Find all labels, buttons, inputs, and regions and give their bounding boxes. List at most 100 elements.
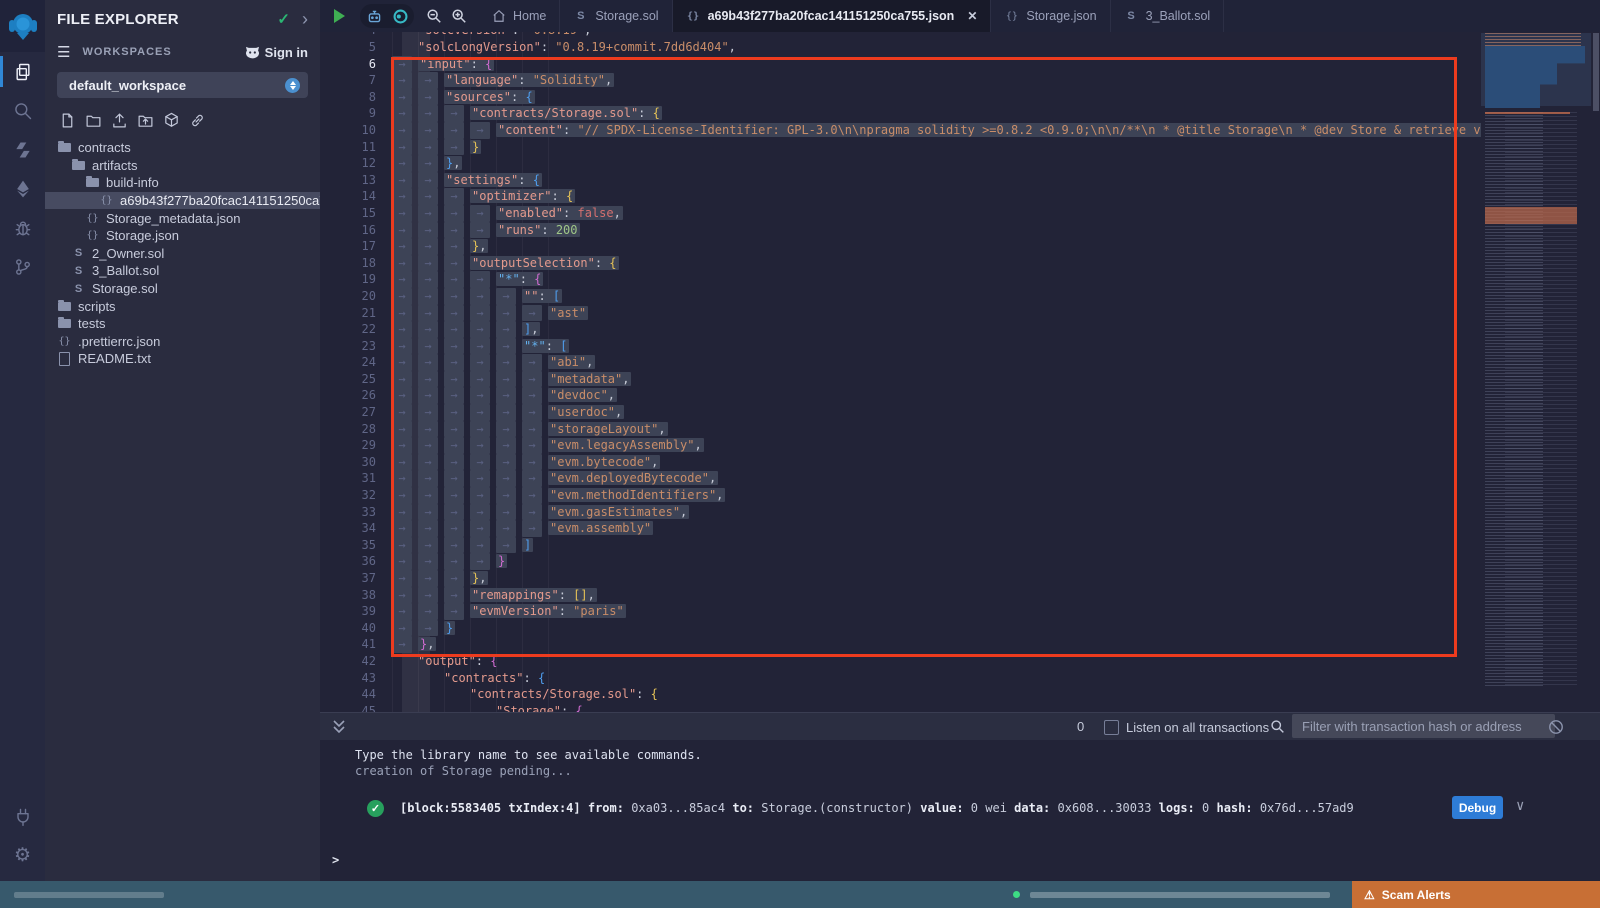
code-line[interactable]: →→}, (392, 155, 1481, 172)
rail-debugger-button[interactable] (0, 208, 45, 247)
tree-item[interactable]: contracts (45, 139, 320, 157)
listen-all-checkbox[interactable] (1104, 720, 1119, 735)
code-line[interactable]: "Storage": { (392, 703, 1481, 712)
tab-home[interactable]: Home (478, 0, 560, 32)
workspaces-menu-icon[interactable]: ☰ (57, 43, 70, 61)
code-line[interactable]: →→→→→→"evm.gasEstimates", (392, 504, 1481, 521)
tree-item[interactable]: {}Storage_metadata.json (45, 209, 320, 227)
code-line[interactable]: →→→"remappings": [], (392, 587, 1481, 604)
code-line[interactable]: →→→→→→"ast" (392, 305, 1481, 322)
copilot-toggle[interactable] (392, 0, 409, 32)
rail-plugin-manager-button[interactable] (0, 797, 45, 836)
code-line[interactable]: →→→→→], (392, 321, 1481, 338)
terminal-prompt[interactable]: > (332, 853, 339, 867)
rail-search-button[interactable] (0, 91, 45, 130)
code-line[interactable]: →→→→"enabled": false, (392, 205, 1481, 222)
code-line[interactable]: →→"sources": { (392, 89, 1481, 106)
code-line[interactable]: →→→→} (392, 553, 1481, 570)
terminal-search-icon[interactable] (1270, 719, 1285, 734)
remix-logo[interactable] (0, 0, 45, 52)
code-line[interactable]: →→→→→→"storageLayout", (392, 421, 1481, 438)
tab-storage-sol[interactable]: SStorage.sol (560, 0, 672, 32)
code-line[interactable]: →→→} (392, 139, 1481, 156)
workspace-select[interactable]: default_workspace (57, 72, 308, 98)
code-line[interactable]: →→→→→→"evm.deployedBytecode", (392, 470, 1481, 487)
rail-settings-button[interactable]: ⚙ (0, 836, 45, 875)
tree-item[interactable]: artifacts (45, 157, 320, 175)
editor-scrollbar-thumb[interactable] (1593, 33, 1599, 111)
code-line[interactable]: →→→→→→"userdoc", (392, 404, 1481, 421)
link-icon[interactable] (189, 112, 206, 129)
ipfs-box-icon[interactable] (163, 112, 180, 129)
rail-deploy-run-button[interactable] (0, 169, 45, 208)
code-line[interactable]: "solcLongVersion": "0.8.19+commit.7dd6d4… (392, 39, 1481, 56)
code-line[interactable]: →→→}, (392, 238, 1481, 255)
new-file-icon[interactable] (59, 112, 76, 129)
upload-folder-icon[interactable] (137, 112, 154, 129)
terminal-expand-icon[interactable] (332, 719, 346, 735)
code-line[interactable]: →→→→"*": { (392, 271, 1481, 288)
code-line[interactable]: →}, (392, 636, 1481, 653)
code-line[interactable]: →→→→→"*": [ (392, 338, 1481, 355)
code-line[interactable]: →"input": { (392, 56, 1481, 73)
code-line[interactable]: →→→→"runs": 200 (392, 222, 1481, 239)
tree-item[interactable]: S3_Ballot.sol (45, 262, 320, 280)
code-line[interactable]: →→"settings": { (392, 172, 1481, 189)
code-line[interactable]: →→→→→→"metadata", (392, 371, 1481, 388)
clear-console-icon[interactable] (1548, 719, 1564, 735)
tree-item[interactable]: {}Storage.json (45, 227, 320, 245)
tree-item[interactable]: README.txt (45, 350, 320, 368)
run-script-button[interactable] (334, 0, 345, 32)
code-line[interactable]: →→→→→] (392, 537, 1481, 554)
code-line[interactable]: →→→"contracts/Storage.sol": { (392, 105, 1481, 122)
code-line[interactable]: →→→→→→"evm.assembly" (392, 520, 1481, 537)
code-line[interactable]: →→→→→→"evm.legacyAssembly", (392, 437, 1481, 454)
rail-file-explorer-button[interactable] (0, 52, 45, 91)
new-folder-icon[interactable] (85, 112, 102, 129)
tab-storage-json[interactable]: {}Storage.json (991, 0, 1110, 32)
code-line[interactable]: →→→"optimizer": { (392, 188, 1481, 205)
rail-solidity-compiler-button[interactable] (0, 130, 45, 169)
minimap[interactable] (1481, 32, 1591, 712)
code-line[interactable]: →→→→→"": [ (392, 288, 1481, 305)
tree-item[interactable]: build-info (45, 174, 320, 192)
zoom-in-button[interactable] (451, 0, 467, 32)
github-sign-in-button[interactable]: Sign in (245, 45, 308, 60)
code-editor[interactable]: 4567891011121314151617181920212223242526… (320, 32, 1600, 712)
remix-ai-button[interactable] (366, 0, 383, 32)
code-line[interactable]: "contracts/Storage.sol": { (392, 686, 1481, 703)
scam-alerts-button[interactable]: ⚠ Scam Alerts (1352, 881, 1600, 908)
code-line[interactable]: →→→→→→"devdoc", (392, 387, 1481, 404)
tree-item[interactable]: S2_Owner.sol (45, 245, 320, 263)
code-line[interactable]: →→→→→→"abi", (392, 354, 1481, 371)
code-line[interactable]: →→→"outputSelection": { (392, 255, 1481, 272)
tree-item[interactable]: scripts (45, 297, 320, 315)
code-line[interactable]: →→} (392, 620, 1481, 637)
zoom-out-button[interactable] (426, 0, 442, 32)
editor-scrollbar[interactable] (1592, 32, 1600, 712)
code-line[interactable]: →→→→→→"evm.bytecode", (392, 454, 1481, 471)
code-line[interactable]: "solcVersion": "0.8.19", (392, 32, 1481, 39)
tab-close-icon[interactable]: ✕ (967, 9, 977, 23)
debug-button[interactable]: Debug (1452, 796, 1503, 819)
tree-item[interactable]: SStorage.sol (45, 280, 320, 298)
code-content[interactable]: "solcVersion": "0.8.19","solcLongVersion… (392, 32, 1481, 712)
code-line[interactable]: "output": { (392, 653, 1481, 670)
tree-item[interactable]: {}a69b43f277ba20fcac141151250ca7... (45, 192, 320, 210)
code-line[interactable]: "contracts": { (392, 670, 1481, 687)
code-line[interactable]: →→"language": "Solidity", (392, 72, 1481, 89)
tab-3-ballot-sol[interactable]: S3_Ballot.sol (1111, 0, 1225, 32)
rail-git-button[interactable] (0, 247, 45, 286)
tree-item[interactable]: tests (45, 315, 320, 333)
code-line[interactable]: →→→"evmVersion": "paris" (392, 603, 1481, 620)
code-line[interactable]: →→→}, (392, 570, 1481, 587)
tx-expand-chevron-icon[interactable]: ∨ (1516, 798, 1524, 814)
code-line[interactable]: →→→→→→"evm.methodIdentifiers", (392, 487, 1481, 504)
code-line[interactable]: →→→→"content": "// SPDX-License-Identifi… (392, 122, 1481, 139)
upload-file-icon[interactable] (111, 112, 128, 129)
transaction-row[interactable]: ✓ [block:5583405 txIndex:4] from: 0xa03.… (320, 798, 1600, 822)
tab-a69b43f277ba20fcac141151250ca755-json[interactable]: {}a69b43f277ba20fcac141151250ca755.json✕ (673, 0, 992, 32)
panel-expand-chevron-icon[interactable]: › (302, 10, 308, 28)
transaction-filter-input[interactable] (1292, 714, 1555, 738)
tree-item[interactable]: {}.prettierrc.json (45, 333, 320, 351)
